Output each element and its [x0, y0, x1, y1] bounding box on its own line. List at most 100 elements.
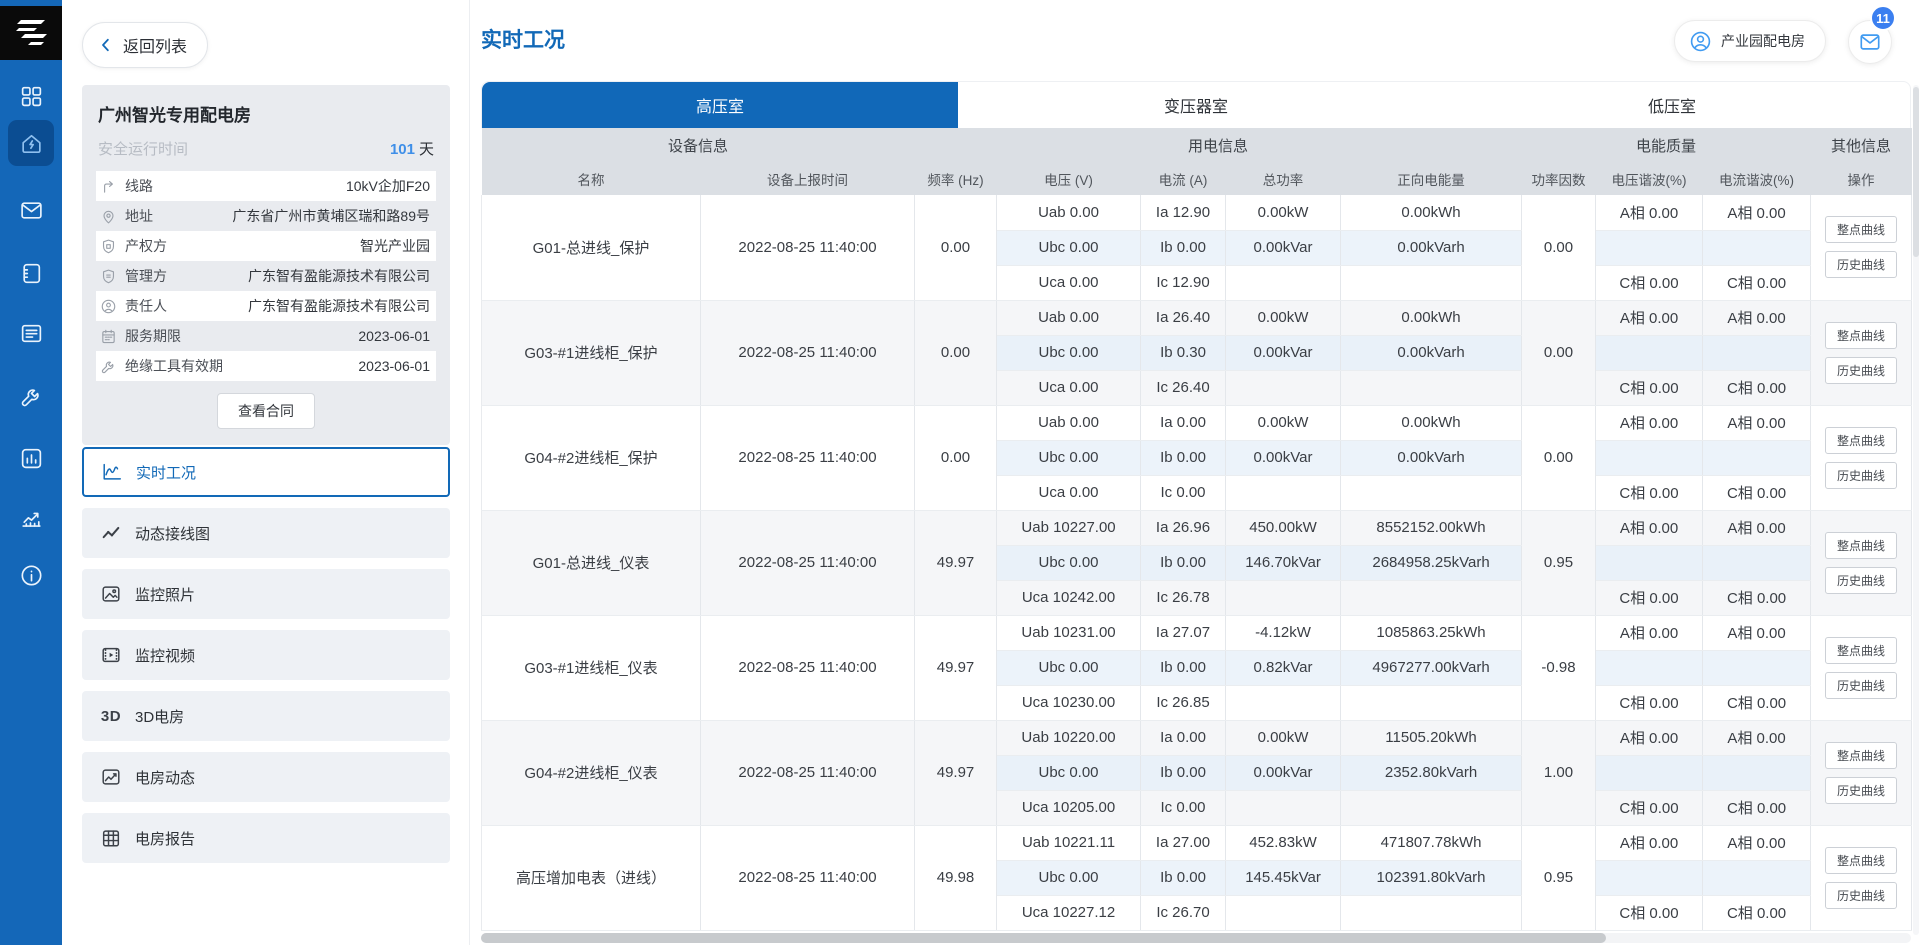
mail-icon	[1859, 31, 1881, 53]
hourly-curve-button[interactable]: 整点曲线	[1825, 532, 1897, 559]
page-title: 实时工况	[481, 24, 565, 54]
hourly-curve-button[interactable]: 整点曲线	[1825, 847, 1897, 874]
nav-item-label: 实时工况	[136, 462, 196, 483]
cell-current: Ib 0.00	[1141, 650, 1226, 685]
line-icon	[100, 178, 117, 195]
hourly-curve-button[interactable]: 整点曲线	[1825, 742, 1897, 769]
cell-device-name: G04-#2进线柜_保护	[482, 405, 701, 510]
rail-item-home-energy[interactable]	[8, 120, 54, 166]
rail-item-trend-chart[interactable]	[0, 497, 62, 537]
nav-item-realtime[interactable]: 实时工况	[82, 447, 450, 497]
view-contract-button[interactable]: 查看合同	[217, 393, 315, 429]
cell-current: Ia 12.90	[1141, 195, 1226, 230]
field-value: 广东智有盈能源技术有限公司	[248, 266, 430, 286]
history-curve-button[interactable]: 历史曲线	[1825, 462, 1897, 489]
history-curve-button[interactable]: 历史曲线	[1825, 567, 1897, 594]
cell-current: Ib 0.00	[1141, 230, 1226, 265]
vertical-scrollbar[interactable]	[1913, 85, 1919, 935]
cell-energy	[1341, 685, 1522, 720]
cell-energy: 2352.80kVarh	[1341, 755, 1522, 790]
cell-voltage: Ubc 0.00	[997, 755, 1141, 790]
cell-voltage-harmonic	[1596, 230, 1703, 265]
tab-room-1[interactable]: 变压器室	[958, 82, 1434, 128]
report-icon	[100, 827, 122, 849]
back-to-list-button[interactable]: 返回列表	[82, 22, 208, 68]
column-header: 电流 (A)	[1141, 162, 1226, 195]
nav-item-photo[interactable]: 监控照片	[82, 569, 450, 619]
rail-item-list[interactable]	[0, 313, 62, 353]
notebook-icon	[19, 261, 44, 286]
nav-item-3d[interactable]: 3D3D电房	[82, 691, 450, 741]
cell-voltage: Ubc 0.00	[997, 545, 1141, 580]
cell-current-harmonic	[1703, 755, 1811, 790]
cell-energy: 0.00kWh	[1341, 405, 1522, 440]
list-icon	[19, 321, 44, 346]
hourly-curve-button[interactable]: 整点曲线	[1825, 427, 1897, 454]
cell-energy	[1341, 265, 1522, 300]
cell-voltage: Uab 0.00	[997, 195, 1141, 230]
column-group-header: 电能质量	[1522, 128, 1811, 162]
cell-voltage: Uab 10220.00	[997, 720, 1141, 755]
rail-item-notebook[interactable]	[0, 253, 62, 293]
cell-frequency: 0.00	[915, 300, 997, 405]
rail-item-bar-chart[interactable]	[0, 438, 62, 478]
hourly-curve-button[interactable]: 整点曲线	[1825, 637, 1897, 664]
cell-power: 0.00kW	[1226, 405, 1341, 440]
cell-current-harmonic: C相 0.00	[1703, 370, 1811, 405]
station-field-row: 管理方广东智有盈能源技术有限公司	[96, 261, 436, 291]
horizontal-scrollbar[interactable]	[481, 933, 1911, 943]
cell-current-harmonic: A相 0.00	[1703, 300, 1811, 335]
realtime-table: 设备信息用电信息电能质量其他信息名称设备上报时间频率 (Hz)电压 (V)电流 …	[481, 128, 1911, 931]
rail-item-info[interactable]	[0, 555, 62, 595]
cell-power: 0.00kW	[1226, 300, 1341, 335]
nav-item-dynamic[interactable]: 电房动态	[82, 752, 450, 802]
history-curve-button[interactable]: 历史曲线	[1825, 251, 1897, 278]
cell-frequency: 49.97	[915, 720, 997, 825]
rail-item-apps[interactable]	[0, 76, 62, 116]
cell-actions: 整点曲线历史曲线	[1811, 825, 1912, 930]
field-value: 广东省广州市黄埔区瑞和路89号	[232, 206, 430, 226]
cell-current-harmonic	[1703, 545, 1811, 580]
field-value: 2023-06-01	[358, 358, 430, 374]
cell-voltage: Ubc 0.00	[997, 440, 1141, 475]
nav-item-label: 监控视频	[135, 645, 195, 666]
cell-current: Ia 26.96	[1141, 510, 1226, 545]
cell-voltage: Ubc 0.00	[997, 860, 1141, 895]
column-header: 电压谐波(%)	[1596, 162, 1703, 195]
account-label: 产业园配电房	[1721, 31, 1805, 51]
user-icon	[1689, 30, 1712, 53]
column-group-header: 设备信息	[482, 128, 915, 162]
mail-icon	[19, 198, 44, 223]
nav-item-wiring[interactable]: 动态接线图	[82, 508, 450, 558]
home-energy-icon	[19, 131, 44, 156]
wrench2-icon	[100, 358, 117, 375]
nav-item-report[interactable]: 电房报告	[82, 813, 450, 863]
account-button[interactable]: 产业园配电房	[1674, 20, 1826, 62]
horizontal-scrollbar-thumb[interactable]	[481, 933, 1606, 943]
history-curve-button[interactable]: 历史曲线	[1825, 357, 1897, 384]
tab-room-2[interactable]: 低压室	[1434, 82, 1910, 128]
hourly-curve-button[interactable]: 整点曲线	[1825, 216, 1897, 243]
history-curve-button[interactable]: 历史曲线	[1825, 777, 1897, 804]
field-value: 2023-06-01	[358, 328, 430, 344]
vertical-scrollbar-thumb[interactable]	[1913, 87, 1919, 257]
hourly-curve-button[interactable]: 整点曲线	[1825, 322, 1897, 349]
cell-voltage-harmonic: C相 0.00	[1596, 685, 1703, 720]
cell-current-harmonic	[1703, 860, 1811, 895]
cell-current: Ia 26.40	[1141, 300, 1226, 335]
cell-current: Ic 26.40	[1141, 370, 1226, 405]
rail-item-mail[interactable]	[0, 190, 62, 230]
calendar-icon	[100, 328, 117, 345]
message-count-badge: 11	[1870, 5, 1896, 31]
history-curve-button[interactable]: 历史曲线	[1825, 882, 1897, 909]
nav-item-video[interactable]: 监控视频	[82, 630, 450, 680]
cell-voltage-harmonic	[1596, 440, 1703, 475]
history-curve-button[interactable]: 历史曲线	[1825, 672, 1897, 699]
cell-device-name: G01-总进线_仪表	[482, 510, 701, 615]
tab-room-0[interactable]: 高压室	[482, 82, 958, 128]
rail-item-wrench[interactable]	[0, 376, 62, 416]
cell-voltage: Uca 0.00	[997, 370, 1141, 405]
station-field-row: 责任人广东智有盈能源技术有限公司	[96, 291, 436, 321]
cell-current-harmonic: C相 0.00	[1703, 265, 1811, 300]
cell-power: 452.83kW	[1226, 825, 1341, 860]
